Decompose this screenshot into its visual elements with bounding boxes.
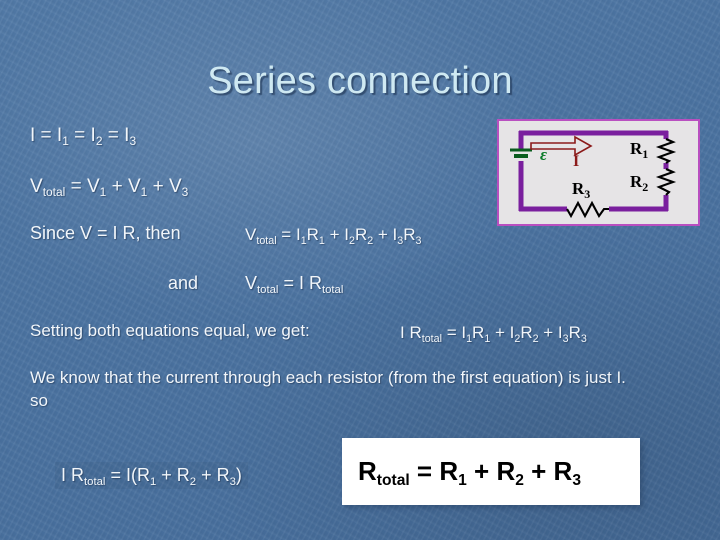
circuit-svg: ε I R1 R2 R3 — [510, 130, 677, 219]
result-box: Rtotal = R1 + R2 + R3 — [342, 438, 640, 505]
result-equation: Rtotal = R1 + R2 + R3 — [358, 456, 582, 490]
resistor-r3-label: R3 — [572, 179, 590, 201]
circuit-diagram: ε I R1 R2 R3 — [497, 119, 700, 226]
equation-and-text: Vtotal = I Rtotal — [245, 273, 344, 296]
equation-setting: I Rtotal = I1R1 + I2R2 + I3R3 — [400, 322, 587, 345]
resistor-r2-label: R2 — [630, 172, 648, 194]
emf-label: ε — [540, 145, 547, 164]
resistor-r3-icon — [566, 200, 609, 219]
know-paragraph: We know that the current through each re… — [30, 368, 626, 387]
equation-final-left-text: I Rtotal = I(R1 + R2 + R3) — [61, 465, 242, 488]
resistor-r2-icon — [655, 168, 677, 196]
so-label: so — [30, 391, 48, 411]
equation-since: Vtotal = I1R1 + I2R2 + I3R3 — [245, 224, 422, 247]
current-label: I — [573, 153, 579, 170]
slide-canvas: Series connection I = I1 = I2 = I3 Vtota… — [0, 0, 720, 540]
equation-voltage-text: Vtotal = V1 + V1 + V3 — [30, 176, 189, 199]
and-label: and — [168, 273, 199, 293]
equation-setting-text: I Rtotal = I1R1 + I2R2 + I3R3 — [400, 323, 587, 345]
know-paragraph-block: We know that the current through each re… — [30, 366, 630, 413]
battery-icon — [510, 148, 532, 158]
equation-voltage: Vtotal = V1 + V1 + V3 — [30, 175, 188, 199]
resistor-r1-label: R1 — [630, 139, 648, 161]
setting-label: Setting both equations equal, we get: — [30, 321, 310, 340]
equation-current: I = I1 = I2 = I3 — [30, 124, 136, 148]
equation-since-text: Vtotal = I1R1 + I2R2 + I3R3 — [245, 225, 422, 247]
page-title: Series connection — [207, 60, 513, 102]
equation-and: Vtotal = I Rtotal — [245, 272, 344, 296]
since-label: Since V = I R, then — [30, 223, 181, 243]
resistor-r1-icon — [655, 138, 677, 164]
equation-final-left: I Rtotal = I(R1 + R2 + R3) — [55, 462, 248, 489]
equation-current-text: I = I1 = I2 = I3 — [30, 125, 137, 148]
